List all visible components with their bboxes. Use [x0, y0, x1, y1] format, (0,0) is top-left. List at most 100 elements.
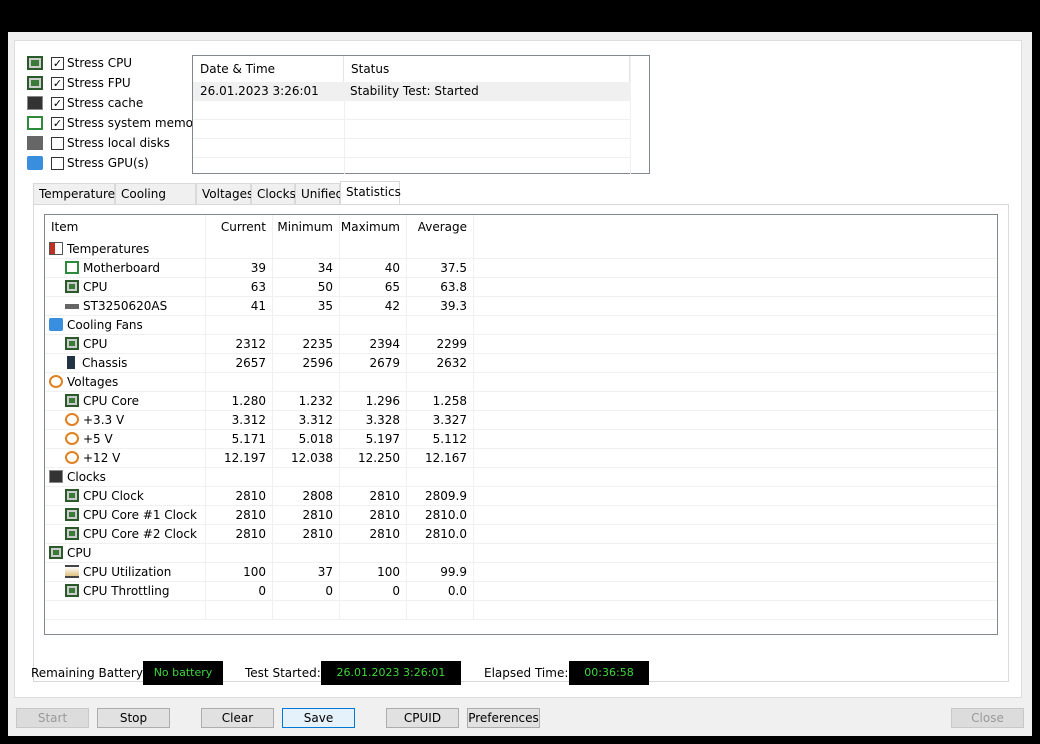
option-stress-cache[interactable]: ✓ Stress cache — [27, 93, 143, 113]
item-label: CPU — [83, 280, 108, 294]
volt-icon — [49, 375, 63, 388]
cell-min — [273, 468, 340, 487]
column-header-maximum[interactable]: Maximum — [340, 215, 407, 240]
table-row[interactable]: +5 V 5.171 5.018 5.197 5.112 — [45, 430, 997, 449]
tab-clocks[interactable]: Clocks — [251, 183, 296, 205]
table-row[interactable]: +12 V 12.197 12.038 12.250 12.167 — [45, 449, 997, 468]
option-stress-gpu-s[interactable]: Stress GPU(s) — [27, 153, 149, 173]
item-label: Motherboard — [83, 261, 160, 275]
cell-avg: 37.5 — [407, 259, 474, 278]
checkbox[interactable]: ✓ — [51, 76, 64, 90]
cell-cur: 41 — [206, 297, 273, 316]
save-button[interactable]: Save — [282, 708, 355, 728]
cell-avg: 0.0 — [407, 582, 474, 601]
cell-item: CPU Core #1 Clock — [45, 506, 206, 525]
cell-max: 2810 — [340, 487, 407, 506]
table-row[interactable]: CPU Core #2 Clock 2810 2810 2810 2810.0 — [45, 525, 997, 544]
tab-voltages[interactable]: Voltages — [196, 183, 253, 205]
item-label: CPU Core #1 Clock — [83, 508, 197, 522]
start-button[interactable]: Start — [16, 708, 89, 728]
table-row[interactable]: CPU Core #1 Clock 2810 2810 2810 2810.0 — [45, 506, 997, 525]
tab-temperatures[interactable]: Temperatures — [33, 183, 121, 205]
group-row[interactable]: Voltages — [45, 373, 997, 392]
group-row[interactable]: Clocks — [45, 468, 997, 487]
cell-max — [340, 601, 407, 620]
cell-cur: 63 — [206, 278, 273, 297]
option-stress-system-memory[interactable]: ✓ Stress system memory — [27, 113, 205, 133]
tab-unified[interactable]: Unified — [295, 183, 343, 205]
item-label: CPU Utilization — [83, 565, 172, 579]
statistics-table[interactable]: Item Current Minimum Maximum Average Temperat… — [44, 214, 998, 635]
tab-cooling-fans[interactable]: Cooling Fans — [115, 183, 196, 221]
cell-max: 1.296 — [340, 392, 407, 411]
option-stress-cpu[interactable]: ✓ Stress CPU — [27, 53, 132, 73]
checkbox[interactable] — [51, 156, 64, 170]
group-row[interactable]: Cooling Fans — [45, 316, 997, 335]
cell-min: 35 — [273, 297, 340, 316]
column-header-average[interactable]: Average — [407, 215, 474, 240]
cache-icon — [49, 470, 63, 483]
elapsed-time-value: 00:36:58 — [569, 661, 649, 685]
cell-min: 2808 — [273, 487, 340, 506]
hour-icon — [65, 565, 79, 578]
preferences-button[interactable]: Preferences — [467, 708, 540, 728]
log-datetime: 26.01.2023 3:26:01 — [200, 84, 319, 98]
option-label: Stress CPU — [67, 56, 133, 70]
item-label: CPU Core — [83, 394, 139, 408]
stop-button[interactable]: Stop — [97, 708, 170, 728]
option-stress-local-disks[interactable]: Stress local disks — [27, 133, 170, 153]
table-row[interactable]: CPU 2312 2235 2394 2299 — [45, 335, 997, 354]
cell-item: CPU — [45, 335, 206, 354]
cell-cur — [206, 544, 273, 563]
cell-min: 0 — [273, 582, 340, 601]
elapsed-time-label: Elapsed Time: — [484, 666, 569, 680]
checkbox[interactable]: ✓ — [51, 56, 64, 70]
chip-icon — [65, 508, 79, 521]
table-row[interactable]: ST3250620AS 41 35 42 39.3 — [45, 297, 997, 316]
item-label: CPU Core #2 Clock — [83, 527, 197, 541]
table-row[interactable]: CPU Utilization 100 37 100 99.9 — [45, 563, 997, 582]
cell-cur: 1.280 — [206, 392, 273, 411]
disk-icon — [27, 136, 43, 150]
checkbox[interactable]: ✓ — [51, 96, 64, 110]
table-row[interactable]: CPU 63 50 65 63.8 — [45, 278, 997, 297]
log-list[interactable]: Date & Time Status 26.01.2023 3:26:01 St… — [192, 55, 650, 174]
cell-item: CPU — [45, 278, 206, 297]
table-row[interactable]: +3.3 V 3.312 3.312 3.328 3.327 — [45, 411, 997, 430]
group-row[interactable]: Temperatures — [45, 240, 997, 259]
tab-statistics[interactable]: Statistics — [340, 181, 401, 206]
empty-row — [45, 601, 997, 620]
table-row[interactable]: CPU Throttling 0 0 0 0.0 — [45, 582, 997, 601]
item-label: Temperatures — [67, 242, 150, 256]
cell-max: 2394 — [340, 335, 407, 354]
cell-min: 2810 — [273, 525, 340, 544]
close-button[interactable]: Close — [951, 708, 1024, 728]
cpuid-button[interactable]: CPUID — [386, 708, 459, 728]
cell-avg: 2809.9 — [407, 487, 474, 506]
checkbox[interactable] — [51, 136, 64, 150]
log-row[interactable]: 26.01.2023 3:26:01 Stability Test: Start… — [193, 82, 630, 101]
fan-icon — [49, 318, 63, 331]
cell-max: 0 — [340, 582, 407, 601]
column-header-current[interactable]: Current — [206, 215, 273, 240]
table-row[interactable]: Motherboard 39 34 40 37.5 — [45, 259, 997, 278]
group-row[interactable]: CPU — [45, 544, 997, 563]
cell-min: 2235 — [273, 335, 340, 354]
table-row[interactable]: CPU Clock 2810 2808 2810 2809.9 — [45, 487, 997, 506]
checkbox[interactable]: ✓ — [51, 116, 64, 130]
table-row[interactable]: Chassis 2657 2596 2679 2632 — [45, 354, 997, 373]
clear-button[interactable]: Clear — [201, 708, 274, 728]
cell-min: 1.232 — [273, 392, 340, 411]
log-header-datetime[interactable]: Date & Time — [193, 56, 344, 82]
option-label: Stress cache — [67, 96, 144, 110]
cell-item: CPU Core #2 Clock — [45, 525, 206, 544]
cell-min: 12.038 — [273, 449, 340, 468]
cell-cur: 3.312 — [206, 411, 273, 430]
cell-min: 2810 — [273, 506, 340, 525]
column-header-item[interactable]: Item — [45, 215, 206, 240]
cell-avg: 2810.0 — [407, 525, 474, 544]
table-row[interactable]: CPU Core 1.280 1.232 1.296 1.258 — [45, 392, 997, 411]
log-header-status[interactable]: Status — [344, 56, 630, 82]
column-header-minimum[interactable]: Minimum — [273, 215, 340, 240]
option-stress-fpu[interactable]: ✓ Stress FPU — [27, 73, 131, 93]
